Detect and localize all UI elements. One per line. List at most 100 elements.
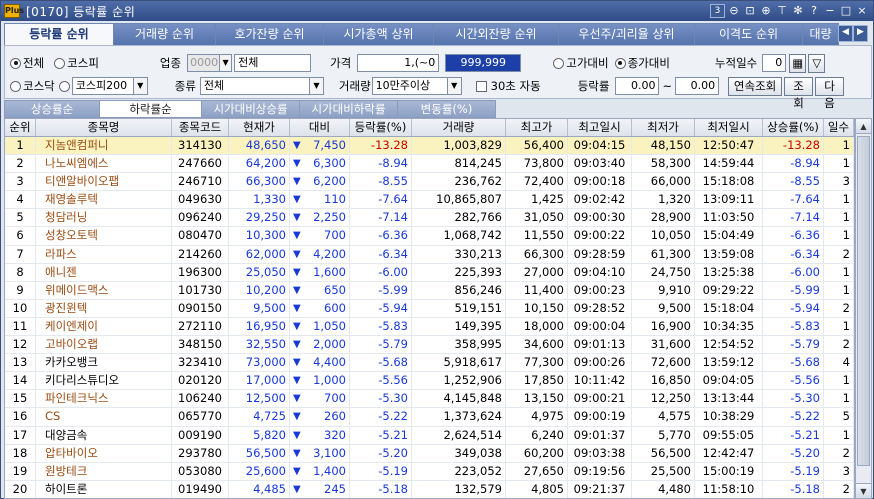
cell-volume: 2,624,514 [412, 426, 506, 444]
table-row[interactable]: 9 위메이드맥스 101730 10,200 ▼ 650 -5.99 856,246 11,40… [5, 281, 854, 300]
rate-from-input[interactable]: 0.00 [615, 77, 660, 95]
rate-to-input[interactable]: 0.00 [675, 77, 720, 95]
col-rank[interactable]: 순위 [5, 119, 36, 136]
table-row[interactable]: 8 애니젠 196300 25,050 ▼ 1,600 -6.00 225,393 27,000… [5, 263, 854, 282]
minimize-icon[interactable]: − [823, 4, 837, 18]
col-price[interactable]: 현재가 [229, 119, 290, 136]
cell-rate: -5.56 [350, 372, 412, 390]
tab-volume-rank[interactable]: 거래량 순위 [113, 23, 216, 45]
table-row[interactable]: 1 지놈앤컴퍼니 314130 48,650 ▼ 7,450 -13.28 1,003,829… [5, 137, 854, 156]
volume-dropdown[interactable]: 10만주이상 ▼ [371, 77, 462, 95]
help-icon[interactable]: ? [807, 4, 821, 18]
tab-bulk[interactable]: 대량 [802, 23, 839, 45]
table-row[interactable]: 4 재영솔루텍 049630 1,330 ▼ 110 -7.64 10,865,807 1,42… [5, 191, 854, 210]
resize-icon[interactable]: ⊡ [743, 4, 757, 18]
price-to-input[interactable]: 999,999 [445, 54, 522, 72]
cell-code: 020120 [172, 372, 229, 390]
col-code[interactable]: 종목코드 [172, 119, 229, 136]
cell-rank: 10 [5, 299, 36, 317]
table-row[interactable]: 16 CS 065770 4,725 ▼ 260 -5.22 1,373,624 4,975 09… [5, 408, 854, 427]
table-row[interactable]: 6 성창오토텍 080470 10,300 ▼ 700 -6.36 1,068,742 11,5… [5, 227, 854, 246]
cell-volume: 358,995 [412, 336, 506, 354]
radio-high-compare[interactable]: 고가대비 [553, 55, 609, 71]
col-high[interactable]: 최고가 [506, 119, 568, 136]
table-row[interactable]: 20 하이트론 019490 4,485 ▼ 245 -5.18 132,579 4,805 09… [5, 480, 854, 498]
subtab-fall-rate[interactable]: 하락률순 [99, 100, 202, 118]
next-button[interactable]: 다음 [815, 76, 845, 110]
table-row[interactable]: 15 파인테크닉스 106240 12,500 ▼ 700 -5.30 4,145,848 13… [5, 390, 854, 409]
col-low[interactable]: 최저가 [632, 119, 695, 136]
tab-afterhours-rank[interactable]: 시간외잔량 순위 [433, 23, 559, 45]
col-name[interactable]: 종목명 [36, 119, 172, 136]
settings-icon[interactable]: ✻ [791, 4, 805, 18]
col-rise-rate[interactable]: 상승률(%) [763, 119, 824, 136]
filter-panel: 전체 코스피 업종 0000 ▼ 전체 가격 1,(~0 999,999 고가대… [4, 45, 872, 110]
radio-market-kospi[interactable]: 코스피 [54, 55, 99, 71]
tab-scroll-left-icon[interactable]: ◀ [838, 25, 853, 42]
cell-high-time: 09:00:18 [568, 173, 632, 191]
cum-days-input[interactable]: 0 [762, 54, 787, 72]
radio-market-all[interactable]: 전체 [10, 55, 44, 71]
auto-refresh-label: 30초 자동 [490, 79, 541, 93]
subtab-open-fall[interactable]: 시가대비하락률 [299, 100, 398, 118]
price-from-input[interactable]: 1,(~0 [357, 54, 440, 72]
zoom-out-icon[interactable]: ⊖ [727, 4, 741, 18]
tab-disparity-rank[interactable]: 이격도 순위 [694, 23, 803, 45]
subtab-volatility[interactable]: 변동률(%) [397, 100, 496, 118]
tab-marketcap-rank[interactable]: 시가총액 상위 [323, 23, 434, 45]
table-row[interactable]: 5 청담러닝 096240 29,250 ▼ 2,250 -7.14 282,766 31,05… [5, 209, 854, 228]
scroll-down-icon[interactable]: ▼ [856, 483, 871, 498]
tab-scroll-right-icon[interactable]: ▶ [853, 25, 868, 42]
cell-code: 090150 [172, 299, 229, 317]
down-arrow-icon: ▼ [293, 393, 301, 405]
cell-change: ▼ 700 [290, 390, 350, 408]
radio-market-kosdaq[interactable]: 코스닥 [10, 78, 55, 94]
table-row[interactable]: 18 압타바이오 293780 56,500 ▼ 3,100 -5.20 349,038 60,… [5, 444, 854, 463]
cell-days: 1 [824, 426, 854, 444]
vertical-scrollbar[interactable]: ▲ ▼ [855, 118, 872, 499]
type-dropdown[interactable]: 전체 ▼ [199, 77, 324, 95]
page-number-button[interactable]: 3 [710, 4, 725, 18]
table-row[interactable]: 7 라파스 214260 62,000 ▼ 4,200 -6.34 330,213 66,300… [5, 245, 854, 264]
table-row[interactable]: 2 나노씨엠에스 247660 64,200 ▼ 6,300 -8.94 814,245 73,… [5, 155, 854, 174]
table-row[interactable]: 10 광진윈텍 090150 9,500 ▼ 600 -5.94 519,151 10,150 0… [5, 299, 854, 318]
table-row[interactable]: 19 원방테크 053080 25,600 ▼ 1,400 -5.19 223,052 27,6… [5, 462, 854, 481]
table-row[interactable]: 13 카카오뱅크 323410 73,000 ▼ 4,400 -5.68 5,918,617 7… [5, 354, 854, 373]
subtab-open-rise[interactable]: 시가대비상승률 [201, 100, 300, 118]
query-button[interactable]: 조회 [784, 76, 814, 110]
subtab-rise-rate[interactable]: 상승률순 [4, 100, 100, 118]
app-window: Plus [0170] 등락률 순위 3 ⊖ ⊡ ⊕ ⊤ ✻ ? − □ × 등… [0, 0, 874, 499]
cell-volume: 149,395 [412, 317, 506, 336]
pin-icon[interactable]: ⊤ [775, 4, 789, 18]
col-days[interactable]: 일수 [824, 119, 854, 136]
continuous-query-button[interactable]: 연속조회 [728, 76, 783, 96]
scroll-up-icon[interactable]: ▲ [856, 119, 871, 134]
tab-orderbook-rank[interactable]: 호가잔량 순위 [215, 23, 324, 45]
auto-refresh-checkbox[interactable] [475, 80, 487, 92]
close-icon[interactable]: × [855, 4, 869, 18]
industry-name-input[interactable]: 전체 [234, 54, 312, 72]
col-rate[interactable]: 등락률(%) [350, 119, 412, 136]
calendar-icon[interactable]: ▦ [789, 53, 807, 73]
col-low-time[interactable]: 최저일시 [695, 119, 763, 136]
tab-preferred-rank[interactable]: 우선주/괴리율 상위 [558, 23, 695, 45]
radio-market-select[interactable] [58, 80, 70, 92]
table-row[interactable]: 14 키다리스튜디오 020120 17,000 ▼ 1,000 -5.56 1,252,90… [5, 372, 854, 391]
scroll-thumb[interactable] [857, 136, 870, 466]
market-select-dropdown[interactable]: 코스피200 ▼ [71, 77, 148, 95]
table-row[interactable]: 3 티앤알바이오팹 246710 66,300 ▼ 6,200 -8.55 236,762 72… [5, 173, 854, 192]
radio-close-compare[interactable]: 종가대비 [614, 55, 670, 71]
col-high-time[interactable]: 최고일시 [568, 119, 632, 136]
table-row[interactable]: 17 대양금속 009190 5,820 ▼ 320 -5.21 2,624,514 6,240… [5, 426, 854, 445]
filter-icon[interactable]: ▽ [808, 53, 826, 73]
tab-rate-rank[interactable]: 등락률 순위 [4, 23, 114, 46]
table-row[interactable]: 12 고바이오랩 348150 32,550 ▼ 2,000 -5.79 358,995 34,… [5, 336, 854, 355]
industry-code-input[interactable]: 0000 [187, 54, 221, 72]
maximize-icon[interactable]: □ [839, 4, 853, 18]
industry-code-dropdown-icon[interactable]: ▼ [220, 54, 233, 72]
table-row[interactable]: 11 케이엔제이 272110 16,950 ▼ 1,050 -5.83 149,395 18,… [5, 317, 854, 337]
cell-low: 12,250 [632, 390, 695, 408]
col-change[interactable]: 대비 [290, 119, 350, 136]
zoom-in-icon[interactable]: ⊕ [759, 4, 773, 18]
col-volume[interactable]: 거래량 [412, 119, 506, 136]
